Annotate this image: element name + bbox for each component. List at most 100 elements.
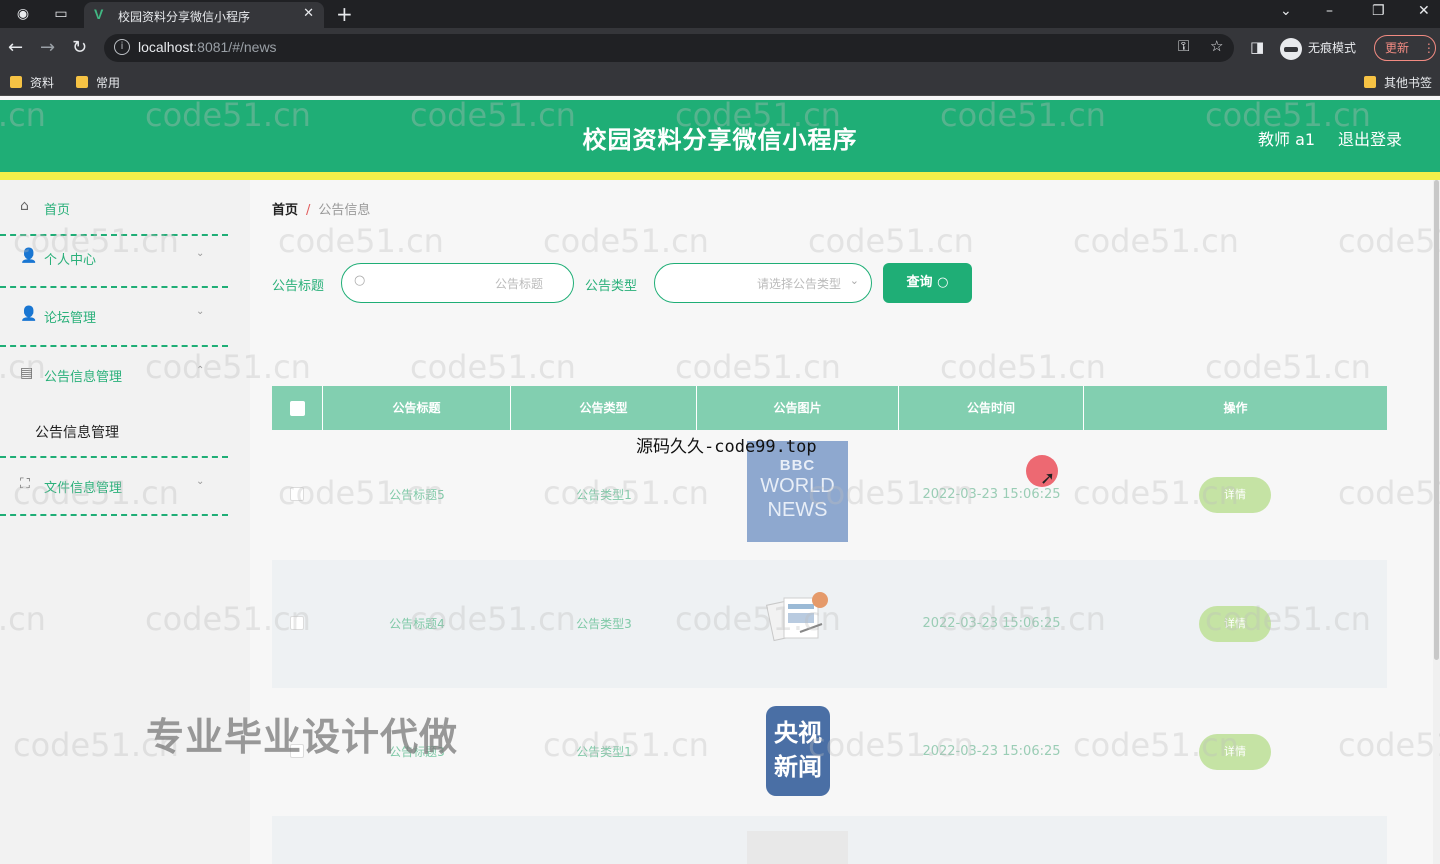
mouse-cursor-icon: ➚ xyxy=(1040,468,1056,489)
incognito-icon xyxy=(1280,37,1302,60)
sidebar-item-notice[interactable]: ▤ 公告信息管理 ⌃ xyxy=(0,347,228,407)
header-checkbox-cell xyxy=(272,386,323,430)
detail-button[interactable]: 详情 xyxy=(1199,734,1271,770)
update-button[interactable]: 更新 ⋮ xyxy=(1374,35,1436,61)
current-user: 教师 a1 xyxy=(1258,130,1316,149)
sidebar-item-label: 首页 xyxy=(44,203,71,218)
browser-tab-bar: ◉ ▭ V 校园资料分享微信小程序 ✕ + ⌄ – ❐ ✕ xyxy=(0,0,1440,28)
app-title: 校园资料分享微信小程序 xyxy=(582,126,858,154)
globe-icon[interactable]: ◉ xyxy=(14,5,32,23)
title-search-input[interactable]: ○ 公告标题 xyxy=(341,263,574,303)
cell-time: 2022-03-23 15:06:25 xyxy=(922,487,1061,502)
tab-close-icon[interactable]: ✕ xyxy=(303,6,314,21)
url-text[interactable]: localhost:8081/#/news xyxy=(138,39,277,55)
select-all-checkbox[interactable] xyxy=(290,401,305,416)
breadcrumb-separator: / xyxy=(306,203,311,218)
new-tab-icon[interactable]: + xyxy=(336,2,353,26)
notice-image xyxy=(765,592,828,642)
table-row: 公告标题4 公告类型3 2022-03-23 15:06:25 详情 xyxy=(272,560,1387,688)
bookmarks-bar: 资料 常用 其他书签 xyxy=(0,68,1440,96)
chevron-down-icon: ⌄ xyxy=(196,306,205,317)
folder-icon xyxy=(1364,76,1376,88)
search-icon: ○ xyxy=(354,273,366,288)
bookmark-folder-2[interactable]: 常用 xyxy=(76,74,120,91)
sidebar-item-personal[interactable]: 👤 个人中心 ⌄ xyxy=(0,230,228,288)
column-header: 操作 xyxy=(1223,401,1248,415)
cell-title: 公告标题5 xyxy=(389,488,445,502)
restore-icon[interactable]: ❐ xyxy=(1372,3,1385,19)
ad-overlay-text: 专业毕业设计代做 xyxy=(146,715,459,759)
type-select[interactable]: 请选择公告类型 ⌄ xyxy=(654,263,872,303)
tab-list-chevron-icon[interactable]: ⌄ xyxy=(1280,3,1292,19)
submenu-notice-manage[interactable]: 公告信息管理 xyxy=(0,414,228,452)
cell-time: 2022-03-23 15:06:25 xyxy=(922,616,1061,631)
site-info-icon[interactable]: i xyxy=(114,39,130,55)
submenu-label: 公告信息管理 xyxy=(35,425,119,441)
table-header: 公告标题 公告类型 公告图片 公告时间 操作 xyxy=(272,386,1387,430)
sidebar-item-forum[interactable]: 👤 论坛管理 ⌄ xyxy=(0,288,228,347)
sidebar-item-label: 文件信息管理 xyxy=(44,481,123,496)
vue-logo-icon: V xyxy=(94,6,104,22)
logout-link[interactable]: 退出登录 xyxy=(1338,126,1402,150)
title-search-label: 公告标题 xyxy=(272,279,325,294)
cell-type: 公告类型3 xyxy=(576,617,632,631)
detail-button[interactable]: 详情 xyxy=(1199,477,1271,513)
watermark: code51.cn xyxy=(278,222,444,260)
row-checkbox[interactable] xyxy=(290,487,304,501)
sidebar-item-label: 论坛管理 xyxy=(44,311,97,326)
tab-search-icon[interactable]: ▭ xyxy=(52,5,70,23)
title-placeholder: 公告标题 xyxy=(494,277,543,291)
sidebar-item-label: 公告信息管理 xyxy=(44,370,123,385)
column-header: 公告标题 xyxy=(323,386,511,430)
type-search-label: 公告类型 xyxy=(585,279,638,294)
other-bookmarks[interactable]: 其他书签 xyxy=(1364,74,1432,91)
minimize-icon[interactable]: – xyxy=(1326,3,1333,19)
watermark: code51.cn xyxy=(675,348,841,386)
cell-title: 公告标题4 xyxy=(389,617,445,631)
column-header: 公告时间 xyxy=(899,386,1084,430)
incognito-indicator[interactable]: 无痕模式 xyxy=(1280,36,1356,60)
row-checkbox[interactable] xyxy=(290,616,304,630)
sidebar-item-label: 个人中心 xyxy=(44,253,97,268)
url-omnibox[interactable]: i localhost:8081/#/news ⚿ ☆ xyxy=(104,34,1234,62)
breadcrumb-home[interactable]: 首页 xyxy=(272,203,298,218)
forward-icon[interactable]: → xyxy=(40,37,55,58)
bookmark-folder-1[interactable]: 资料 xyxy=(10,74,54,91)
user-icon: 👤 xyxy=(20,306,38,322)
home-icon: ⌂ xyxy=(20,198,29,214)
watermark: code51.cn xyxy=(1073,222,1239,260)
chevron-up-icon: ⌃ xyxy=(196,365,205,376)
key-icon[interactable]: ⚿ xyxy=(1178,37,1189,55)
bookmark-star-icon[interactable]: ☆ xyxy=(1210,37,1223,55)
table-row xyxy=(272,816,1387,864)
sidebar-item-home[interactable]: ⌂ 首页 xyxy=(0,180,228,236)
expand-icon: ⛶ xyxy=(20,476,30,492)
query-button[interactable]: 查询 ○ xyxy=(883,263,972,303)
watermark: code51.cn xyxy=(410,348,576,386)
search-icon: ○ xyxy=(937,275,949,290)
reload-icon[interactable]: ↻ xyxy=(72,37,87,58)
watermark: code51.cn xyxy=(808,222,974,260)
notice-image xyxy=(747,831,848,864)
user-icon: 👤 xyxy=(20,248,38,264)
source-watermark: 源码久久-code99.top xyxy=(636,437,817,457)
browser-tab[interactable]: V 校园资料分享微信小程序 ✕ xyxy=(84,2,324,28)
chevron-down-icon: ⌄ xyxy=(849,274,859,287)
scrollbar-thumb[interactable] xyxy=(1434,180,1439,660)
back-icon[interactable]: ← xyxy=(8,37,23,58)
notice-image: 央视 新闻 xyxy=(766,706,830,796)
page-scrollbar[interactable] xyxy=(1433,180,1440,864)
watermark: code51.cn xyxy=(1205,348,1371,386)
app-header: 校园资料分享微信小程序 教师 a1 退出登录 xyxy=(0,100,1440,180)
sidebar-item-files[interactable]: ⛶ 文件信息管理 ⌄ xyxy=(0,456,228,516)
column-header: 公告类型 xyxy=(511,386,697,430)
sidepanel-icon[interactable]: ◨ xyxy=(1250,38,1264,56)
table-row: 公告标题5 公告类型1 BBC WORLD NEWS 2022-03-23 15:0… xyxy=(272,431,1387,559)
window-close-icon[interactable]: ✕ xyxy=(1418,3,1430,19)
watermark: code51.cn xyxy=(940,348,1106,386)
type-placeholder: 请选择公告类型 xyxy=(756,277,841,291)
detail-button[interactable]: 详情 xyxy=(1199,606,1271,642)
watermark: code51.cn xyxy=(543,222,709,260)
folder-icon xyxy=(10,76,22,88)
folder-icon xyxy=(76,76,88,88)
